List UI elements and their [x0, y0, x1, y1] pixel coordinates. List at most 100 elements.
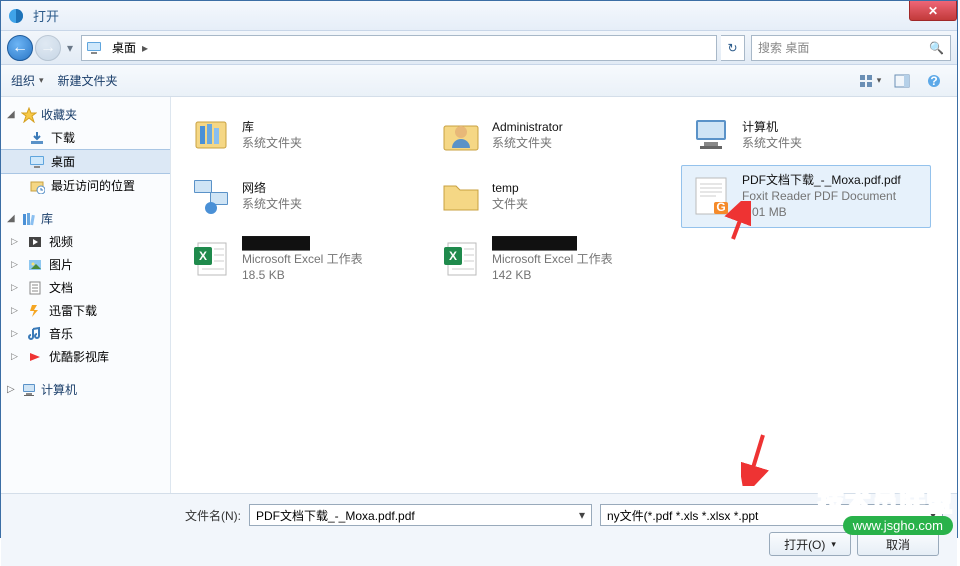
- file-size: 142 KB: [492, 267, 613, 283]
- network-icon: [188, 172, 234, 218]
- excel-icon: X: [438, 235, 484, 281]
- chevron-right-icon[interactable]: ▸: [140, 41, 150, 55]
- recent-icon: [29, 178, 45, 194]
- sidebar-item-recent[interactable]: 最近访问的位置: [1, 174, 170, 197]
- user-folder-icon: [438, 112, 484, 158]
- sidebar-item-desktop[interactable]: 桌面: [1, 149, 170, 174]
- file-type: Microsoft Excel 工作表: [492, 251, 613, 267]
- svg-text:G: G: [716, 200, 725, 214]
- view-mode-button[interactable]: ▾: [857, 70, 883, 92]
- computer-icon: [21, 382, 37, 398]
- youku-icon: [27, 349, 43, 365]
- xunlei-icon: [27, 303, 43, 319]
- titlebar[interactable]: 打开 ✕: [1, 1, 957, 31]
- twisty-icon: ▷: [11, 259, 21, 270]
- view-icon: [859, 74, 875, 88]
- toolbar: 组织 ▾ 新建文件夹 ▾ ?: [1, 65, 957, 97]
- close-icon: ✕: [928, 4, 938, 18]
- file-item[interactable]: temp文件夹: [431, 165, 681, 228]
- sidebar-item-music[interactable]: ▷音乐: [1, 322, 170, 345]
- file-item[interactable]: GPDF文档下载_-_Moxa.pdf.pdfFoxit Reader PDF …: [681, 165, 931, 228]
- tree-group-libraries: ◢ 库 ▷视频▷图片▷文档▷迅雷下载▷音乐▷优酷影视库: [1, 207, 170, 368]
- refresh-button[interactable]: ↻: [721, 35, 745, 61]
- file-type: 系统文件夹: [742, 135, 802, 151]
- tree-header-favorites[interactable]: ◢ 收藏夹: [1, 103, 170, 126]
- svg-text:?: ?: [930, 74, 937, 88]
- sidebar-item-document[interactable]: ▷文档: [1, 276, 170, 299]
- chevron-down-icon: ▾: [67, 41, 73, 55]
- desktop-icon: [86, 40, 104, 56]
- file-list[interactable]: 库系统文件夹Administrator系统文件夹计算机系统文件夹网络系统文件夹t…: [171, 97, 957, 493]
- file-type: 系统文件夹: [242, 196, 302, 212]
- folder-icon: [438, 172, 484, 218]
- tree-header-computer[interactable]: ▷ 计算机: [1, 378, 170, 401]
- twisty-icon: ◢: [7, 109, 17, 120]
- sidebar-item-video[interactable]: ▷视频: [1, 230, 170, 253]
- desktop-icon: [29, 154, 45, 170]
- twisty-icon: ▷: [11, 282, 21, 293]
- preview-pane-button[interactable]: [889, 70, 915, 92]
- file-item[interactable]: X ████████Microsoft Excel 工作表18.5 KB: [181, 228, 431, 291]
- file-type: Microsoft Excel 工作表: [242, 251, 363, 267]
- breadcrumb[interactable]: 桌面 ▸: [81, 35, 717, 61]
- help-button[interactable]: ?: [921, 70, 947, 92]
- organize-button[interactable]: 组织 ▾: [11, 72, 44, 89]
- file-type: 文件夹: [492, 196, 528, 212]
- dialog-bottom-panel: 文件名(N): PDF文档下载_-_Moxa.pdf.pdf ny文件(*.pd…: [1, 493, 957, 566]
- download-icon: [29, 130, 45, 146]
- new-folder-button[interactable]: 新建文件夹: [58, 72, 118, 89]
- tree-header-libraries[interactable]: ◢ 库: [1, 207, 170, 230]
- file-size: 1.01 MB: [742, 204, 901, 220]
- open-button[interactable]: 打开(O)▾: [769, 532, 851, 556]
- filename-combobox[interactable]: PDF文档下载_-_Moxa.pdf.pdf: [249, 504, 592, 526]
- computer-icon: [688, 112, 734, 158]
- navigation-bar: ← → ▾ 桌面 ▸ ↻ 搜索 桌面 🔍: [1, 31, 957, 65]
- search-placeholder: 搜索 桌面: [758, 39, 809, 56]
- sidebar-tree[interactable]: ◢ 收藏夹 下载桌面最近访问的位置 ◢ 库 ▷视频▷图片▷文档▷迅雷下载▷音乐▷…: [1, 97, 171, 493]
- library-big-icon: [188, 112, 234, 158]
- file-name: 网络: [242, 180, 302, 196]
- refresh-icon: ↻: [727, 41, 737, 55]
- arrow-right-icon: →: [40, 39, 56, 57]
- twisty-icon: ◢: [7, 213, 17, 224]
- sidebar-item-xunlei[interactable]: ▷迅雷下载: [1, 299, 170, 322]
- watermark: 技术员联盟 www.jsgho.com: [818, 482, 953, 535]
- nav-back-button[interactable]: ←: [7, 35, 33, 61]
- file-item[interactable]: 库系统文件夹: [181, 105, 431, 165]
- nav-history-dropdown[interactable]: ▾: [63, 34, 77, 62]
- app-icon: [7, 6, 27, 26]
- music-icon: [27, 326, 43, 342]
- file-name: temp: [492, 180, 528, 196]
- file-name: 库: [242, 119, 302, 135]
- file-name: ██████████: [492, 235, 613, 251]
- nav-forward-button[interactable]: →: [35, 35, 61, 61]
- close-button[interactable]: ✕: [909, 1, 957, 21]
- file-name: ████████: [242, 235, 363, 251]
- video-icon: [27, 234, 43, 250]
- file-item[interactable]: X ██████████Microsoft Excel 工作表142 KB: [431, 228, 681, 291]
- chevron-down-icon: ▾: [39, 75, 44, 86]
- file-item[interactable]: 计算机系统文件夹: [681, 105, 931, 165]
- cancel-button[interactable]: 取消: [857, 532, 939, 556]
- file-item[interactable]: Administrator系统文件夹: [431, 105, 681, 165]
- file-type: 系统文件夹: [492, 135, 563, 151]
- search-input[interactable]: 搜索 桌面 🔍: [751, 35, 951, 61]
- twisty-icon: ▷: [11, 351, 21, 362]
- file-type: Foxit Reader PDF Document: [742, 188, 901, 204]
- tree-group-favorites: ◢ 收藏夹 下载桌面最近访问的位置: [1, 103, 170, 197]
- twisty-icon: ▷: [11, 305, 21, 316]
- window-title: 打开: [33, 6, 59, 25]
- file-item[interactable]: 网络系统文件夹: [181, 165, 431, 228]
- file-size: 18.5 KB: [242, 267, 363, 283]
- twisty-icon: ▷: [7, 384, 17, 395]
- pdf-icon: G: [688, 172, 734, 218]
- excel-icon: X: [188, 235, 234, 281]
- sidebar-item-youku[interactable]: ▷优酷影视库: [1, 345, 170, 368]
- twisty-icon: ▷: [11, 328, 21, 339]
- breadcrumb-segment[interactable]: 桌面: [108, 39, 140, 56]
- sidebar-item-download[interactable]: 下载: [1, 126, 170, 149]
- document-icon: [27, 280, 43, 296]
- star-icon: [21, 107, 37, 123]
- chevron-down-icon: ▾: [877, 75, 882, 86]
- sidebar-item-picture[interactable]: ▷图片: [1, 253, 170, 276]
